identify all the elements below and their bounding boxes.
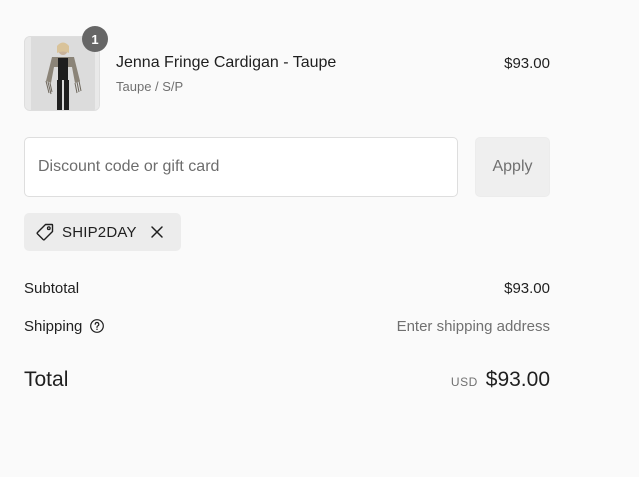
- product-price: $93.00: [504, 55, 550, 72]
- shipping-label: Shipping: [24, 317, 83, 335]
- tag-icon: [35, 222, 55, 242]
- shipping-label-group: Shipping: [24, 318, 105, 335]
- discount-code-label: SHIP2DAY: [62, 223, 137, 241]
- product-name: Jenna Fringe Cardigan - Taupe: [116, 54, 337, 71]
- subtotal-row: Subtotal $93.00: [24, 277, 550, 299]
- total-amount-group: USD $93.00: [451, 368, 550, 392]
- close-icon[interactable]: [149, 224, 165, 240]
- subtotal-value: $93.00: [504, 279, 550, 297]
- line-item: 1 Jenna Fringe Cardigan - Taupe Taupe / …: [24, 26, 550, 112]
- total-value: $93.00: [485, 368, 550, 391]
- shipping-value: Enter shipping address: [396, 317, 550, 335]
- total-row: Total USD $93.00: [24, 366, 550, 394]
- currency-code: USD: [450, 375, 478, 389]
- apply-discount-button[interactable]: Apply: [475, 137, 550, 197]
- product-variant: Taupe / S/P: [116, 79, 184, 94]
- discount-code-input[interactable]: [24, 137, 458, 197]
- total-label: Total: [24, 368, 69, 391]
- shipping-row: Shipping Enter shipping address: [24, 315, 550, 337]
- subtotal-label: Subtotal: [24, 279, 80, 297]
- quantity-badge: 1: [82, 26, 108, 52]
- question-circle-icon[interactable]: [89, 318, 105, 334]
- applied-discount-tag: SHIP2DAY: [24, 213, 181, 251]
